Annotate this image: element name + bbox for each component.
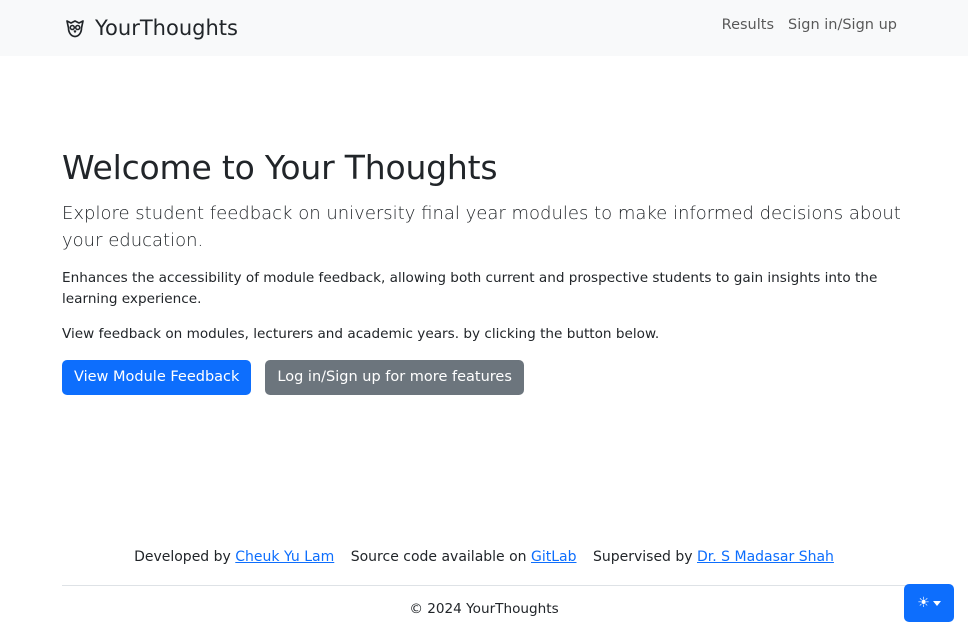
- top-navbar: YourThoughts Results Sign in/Sign up: [0, 0, 968, 56]
- supervisor-link[interactable]: Dr. S Madasar Shah: [697, 549, 834, 565]
- description-text: Enhances the accessibility of module fee…: [62, 270, 878, 307]
- hero-section: Welcome to Your Thoughts Explore student…: [62, 146, 912, 395]
- nav-links: Results Sign in/Sign up: [722, 17, 897, 33]
- sun-icon: ☀: [917, 595, 930, 611]
- owl-icon: [66, 20, 84, 38]
- instruction-text: View feedback on modules, lecturers and …: [62, 326, 660, 342]
- developer-link[interactable]: Cheuk Yu Lam: [235, 549, 334, 565]
- login-signup-button[interactable]: Log in/Sign up for more features: [265, 360, 524, 395]
- lead-text: Explore student feedback on university f…: [62, 203, 901, 251]
- caret-down-icon: [932, 600, 941, 606]
- footer-credits: Developed by Cheuk Yu Lam Source code av…: [0, 549, 968, 565]
- developed-by-label: Developed by: [134, 549, 231, 565]
- nav-link-sign-in[interactable]: Sign in/Sign up: [788, 17, 897, 33]
- copyright-text: © 2024 YourThoughts: [409, 601, 559, 617]
- brand-name: YourThoughts: [95, 16, 238, 40]
- brand-link[interactable]: YourThoughts: [63, 14, 238, 42]
- nav-link-results[interactable]: Results: [722, 17, 774, 33]
- view-module-feedback-button[interactable]: View Module Feedback: [62, 360, 252, 395]
- developer-credit: Developed by Cheuk Yu Lam: [134, 549, 339, 565]
- source-code-label: Source code available on: [350, 549, 527, 565]
- supervisor-credit: Supervised by Dr. S Madasar Shah: [593, 549, 834, 565]
- theme-toggle-button[interactable]: ☀: [904, 584, 954, 622]
- footer-divider: [62, 585, 906, 586]
- supervised-by-label: Supervised by: [592, 549, 693, 565]
- hero-buttons: View Module Feedback Log in/Sign up for …: [62, 360, 912, 395]
- source-credit: Source code available on GitLab: [351, 549, 581, 565]
- gitlab-link[interactable]: GitLab: [531, 549, 577, 565]
- page-title: Welcome to Your Thoughts: [62, 148, 498, 187]
